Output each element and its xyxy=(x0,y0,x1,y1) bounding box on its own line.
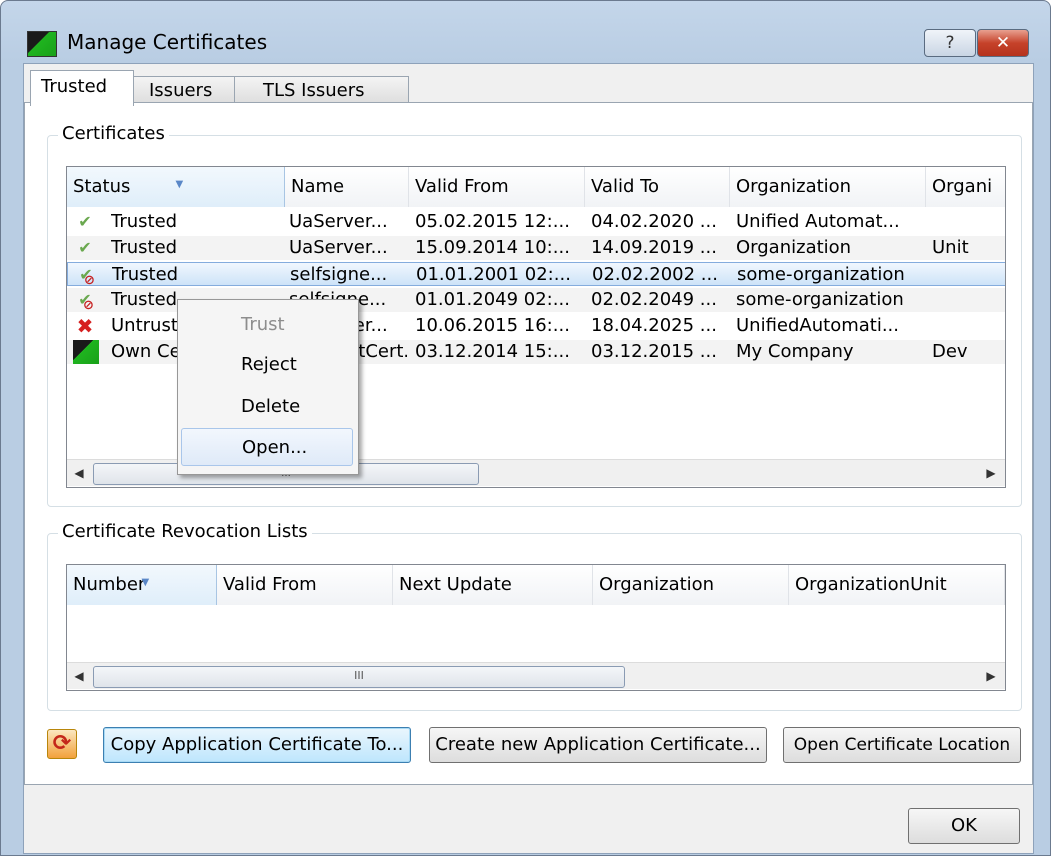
tab-tls-issuers[interactable]: TLS Issuers xyxy=(234,76,409,105)
cell-organization-unit xyxy=(932,288,1002,312)
certificates-list-header: ▼ Status Name Valid From Valid To Organiz… xyxy=(67,167,1005,207)
column-header-next-update[interactable]: Next Update xyxy=(393,565,593,605)
scroll-right-arrow-icon[interactable]: ▶ xyxy=(979,460,1003,486)
check-forbidden-icon: ✔ ⊘ xyxy=(79,265,95,289)
crl-horizontal-scrollbar[interactable]: ◀ III ▶ xyxy=(67,662,1005,689)
cell-organization: UnifiedAutomati... xyxy=(736,315,900,336)
open-certificate-location-button[interactable]: Open Certificate Location xyxy=(783,727,1021,763)
cell-valid-to: 14.09.2019 ... xyxy=(591,237,717,258)
tab-issuers[interactable]: Issuers xyxy=(118,76,244,105)
sort-indicator-icon: ▼ xyxy=(175,179,184,190)
check-forbidden-icon: ✔ ⊘ xyxy=(78,290,94,314)
cell-status: Trusted xyxy=(111,211,178,232)
title-bar: Manage Certificates ? ✕ xyxy=(1,1,1050,63)
scroll-right-arrow-icon[interactable]: ▶ xyxy=(979,663,1003,689)
cell-valid-from: 01.01.2001 02:... xyxy=(416,264,571,285)
cell-name: UaServer... xyxy=(289,237,388,258)
cell-valid-to: 18.04.2025 ... xyxy=(591,315,717,336)
column-header-number[interactable]: ▼ Number xyxy=(67,565,217,605)
cell-valid-from: 15.09.2014 10:... xyxy=(415,237,570,258)
certificates-group-label: Certificates xyxy=(58,123,169,144)
crl-group-label: Certificate Revocation Lists xyxy=(58,521,312,542)
refresh-button[interactable]: ⟳ xyxy=(47,729,77,759)
cell-name: selfsigne... xyxy=(290,264,388,285)
column-header-valid-to[interactable]: Valid To xyxy=(585,167,730,207)
check-icon: ✔ xyxy=(78,238,92,257)
cell-valid-to: 02.02.2049 ... xyxy=(591,289,717,310)
crl-group: Certificate Revocation Lists ▼ Number Val… xyxy=(47,521,1022,711)
close-button[interactable]: ✕ xyxy=(977,29,1029,57)
check-icon: ✔ xyxy=(78,212,92,231)
copy-application-certificate-button[interactable]: Copy Application Certificate To... xyxy=(103,727,411,763)
crl-list-header: ▼ Number Valid From Next Update Organizat… xyxy=(67,565,1005,605)
cell-organization-unit: Dev xyxy=(932,341,968,362)
column-label: Status xyxy=(73,176,131,197)
column-header-organization-unit[interactable]: Organi xyxy=(926,167,1005,207)
menu-item-reject[interactable]: Reject xyxy=(181,346,353,384)
column-header-name[interactable]: Name xyxy=(285,167,409,207)
cell-organization: some-organization xyxy=(736,289,904,310)
cell-valid-from: 03.12.2014 15:... xyxy=(415,341,570,362)
window-title: Manage Certificates xyxy=(67,30,268,54)
table-row[interactable]: ✔ Trusted UaServer... 15.09.2014 10:... … xyxy=(67,236,1005,260)
crl-list[interactable]: ▼ Number Valid From Next Update Organizat… xyxy=(66,564,1006,691)
dialog-client-area: Trusted Issuers TLS Issuers Certificates… xyxy=(23,63,1034,854)
cell-name: UaServer... xyxy=(289,211,388,232)
cell-organization: Organization xyxy=(736,237,852,258)
application-icon xyxy=(27,31,57,57)
scroll-left-arrow-icon[interactable]: ◀ xyxy=(67,460,91,486)
refresh-icon: ⟳ xyxy=(52,731,72,756)
column-header-organization-unit[interactable]: OrganizationUnit xyxy=(789,565,1005,605)
cell-organization: Unified Automat... xyxy=(736,211,900,232)
table-row[interactable]: ✔ Trusted UaServer... 05.02.2015 12:... … xyxy=(67,210,1005,234)
cell-status: Trusted xyxy=(111,237,178,258)
menu-item-open[interactable]: Open... xyxy=(181,428,353,466)
cell-status: Trusted xyxy=(112,264,179,285)
cell-organization-unit: Unit xyxy=(932,237,969,258)
cell-valid-to: 03.12.2015 ... xyxy=(591,341,717,362)
cell-valid-from: 10.06.2015 16:... xyxy=(415,315,570,336)
table-row-selected[interactable]: ✔ ⊘ Trusted selfsigne... 01.01.2001 02:..… xyxy=(67,262,1005,289)
create-application-certificate-button[interactable]: Create new Application Certificate... xyxy=(429,727,767,763)
column-header-organization[interactable]: Organization xyxy=(593,565,789,605)
cell-valid-to: 04.02.2020 ... xyxy=(591,211,717,232)
cell-organization-unit xyxy=(932,210,1002,234)
cell-organization-unit xyxy=(933,263,1003,287)
cell-organization: some-organization xyxy=(737,264,905,285)
scroll-thumb[interactable]: III xyxy=(93,666,625,688)
cell-organization: My Company xyxy=(736,341,854,362)
manage-certificates-window: Manage Certificates ? ✕ Trusted Issuers … xyxy=(0,0,1051,856)
red-x-icon: ✖ xyxy=(76,314,94,338)
ok-button[interactable]: OK xyxy=(908,808,1020,844)
cell-valid-from: 05.02.2015 12:... xyxy=(415,211,570,232)
column-header-valid-from[interactable]: Valid From xyxy=(409,167,585,207)
own-certificate-icon xyxy=(73,340,99,364)
column-label: Number xyxy=(73,574,146,595)
column-header-status[interactable]: ▼ Status xyxy=(67,167,285,207)
tab-trusted[interactable]: Trusted xyxy=(30,70,134,106)
cell-valid-from: 01.01.2049 02:... xyxy=(415,289,570,310)
cell-valid-to: 02.02.2002 ... xyxy=(592,264,718,285)
cell-organization-unit xyxy=(932,314,1002,338)
menu-item-delete[interactable]: Delete xyxy=(181,388,353,426)
context-menu: Trust Reject Delete Open... xyxy=(177,299,359,475)
column-header-valid-from[interactable]: Valid From xyxy=(217,565,393,605)
sort-indicator-icon: ▼ xyxy=(141,577,150,588)
menu-item-trust[interactable]: Trust xyxy=(181,306,353,344)
scroll-left-arrow-icon[interactable]: ◀ xyxy=(67,663,91,689)
help-button[interactable]: ? xyxy=(924,29,976,57)
column-header-organization[interactable]: Organization xyxy=(730,167,926,207)
trusted-tab-panel: Certificates ▼ Status Name Valid From Val… xyxy=(24,102,1033,785)
